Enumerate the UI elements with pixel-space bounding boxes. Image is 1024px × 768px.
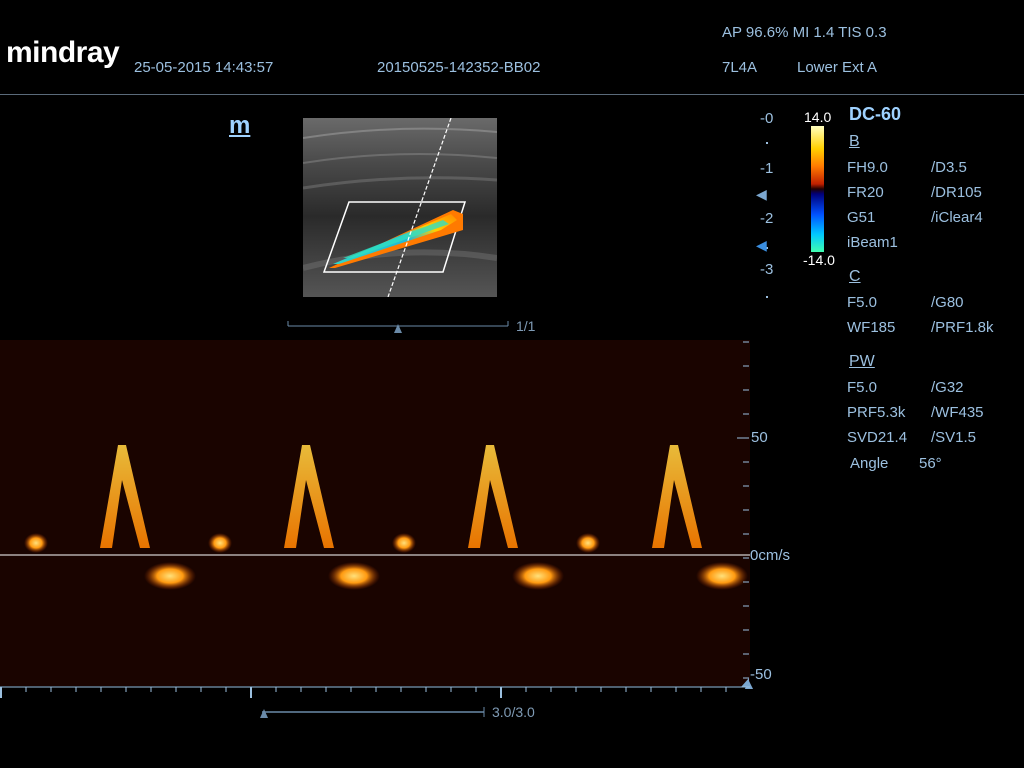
param-c-g: /G80 [931,294,964,311]
sweep-speed-label: 3.0/3.0 [492,704,535,720]
sweep-speed-bar[interactable] [258,704,488,720]
velocity-scale-ticks [737,341,749,687]
diastolic-blob [208,533,232,553]
param-c-wf: WF185 [847,319,896,336]
reverse-flow-blob [144,562,196,590]
depth-tick: -0 [760,110,774,127]
time-axis [0,686,750,698]
color-velocity-bar [811,126,824,252]
param-b-g: G51 [847,209,876,226]
reverse-flow-blob [512,562,564,590]
param-pw-sv: /SV1.5 [931,429,977,446]
param-c-f: F5.0 [847,294,878,311]
mindray-logo: mindray [6,36,120,69]
diastolic-blob [576,533,600,553]
exam-preset-name: Lower Ext A [797,59,878,76]
cine-frame-scroll[interactable] [286,318,510,334]
depth-tick: -2 [760,210,774,227]
preset-label[interactable]: DC-60 [849,104,901,125]
colorbar-max: 14.0 [804,109,832,125]
pw-section-title[interactable]: PW [849,353,875,371]
depth-tick: -1 [760,160,774,177]
param-pw-wf: /WF435 [931,404,984,421]
diastolic-blob [24,533,48,553]
param-b-d: /D3.5 [931,159,967,176]
reverse-flow-blob [328,562,380,590]
param-pw-prf: PRF5.3k [847,404,906,421]
param-pw-f: F5.0 [847,379,878,396]
bmode-color-image[interactable] [303,118,497,297]
power-info: AP 96.6% MI 1.4 TIS 0.3 [722,24,887,41]
param-b-dr: /DR105 [931,184,982,201]
param-b-fr: FR20 [847,184,884,201]
image-mode-icon: m [229,112,251,139]
diastolic-blob [392,533,416,553]
b-section-title[interactable]: B [849,133,860,151]
param-angle-value: 56° [919,455,942,472]
param-b-iclear: /iClear4 [931,209,983,226]
velocity-zero-label: 0cm/s [750,547,791,564]
param-pw-svd: SVD21.4 [847,429,908,446]
param-angle-label: Angle [850,455,889,472]
focus-marker-icon[interactable]: ◀ [756,186,767,203]
probe-name: 7L4A [722,59,758,76]
depth-scale: -0 -1 -2 -3 ◀ ◀ [756,110,786,300]
depth-tick: -3 [760,261,774,278]
sample-gate-marker-icon[interactable]: ◀ [756,237,767,254]
param-b-fh: FH9.0 [847,159,888,176]
param-b-ibeam: iBeam1 [847,234,898,251]
colorbar-min: -14.0 [803,252,835,268]
c-section-title[interactable]: C [849,268,861,286]
patient-id: 20150525-142352-BB02 [377,59,541,76]
depth-dot [766,142,768,144]
header-divider [0,94,1024,95]
param-pw-g: /G32 [931,379,964,396]
spectral-doppler-display[interactable] [0,340,750,686]
exam-datetime: 25-05-2015 14:43:57 [134,59,274,76]
velocity-top-label: 50 [751,429,768,446]
frame-counter: 1/1 [516,318,536,334]
param-c-prf: /PRF1.8k [931,319,994,336]
depth-dot [766,296,768,298]
